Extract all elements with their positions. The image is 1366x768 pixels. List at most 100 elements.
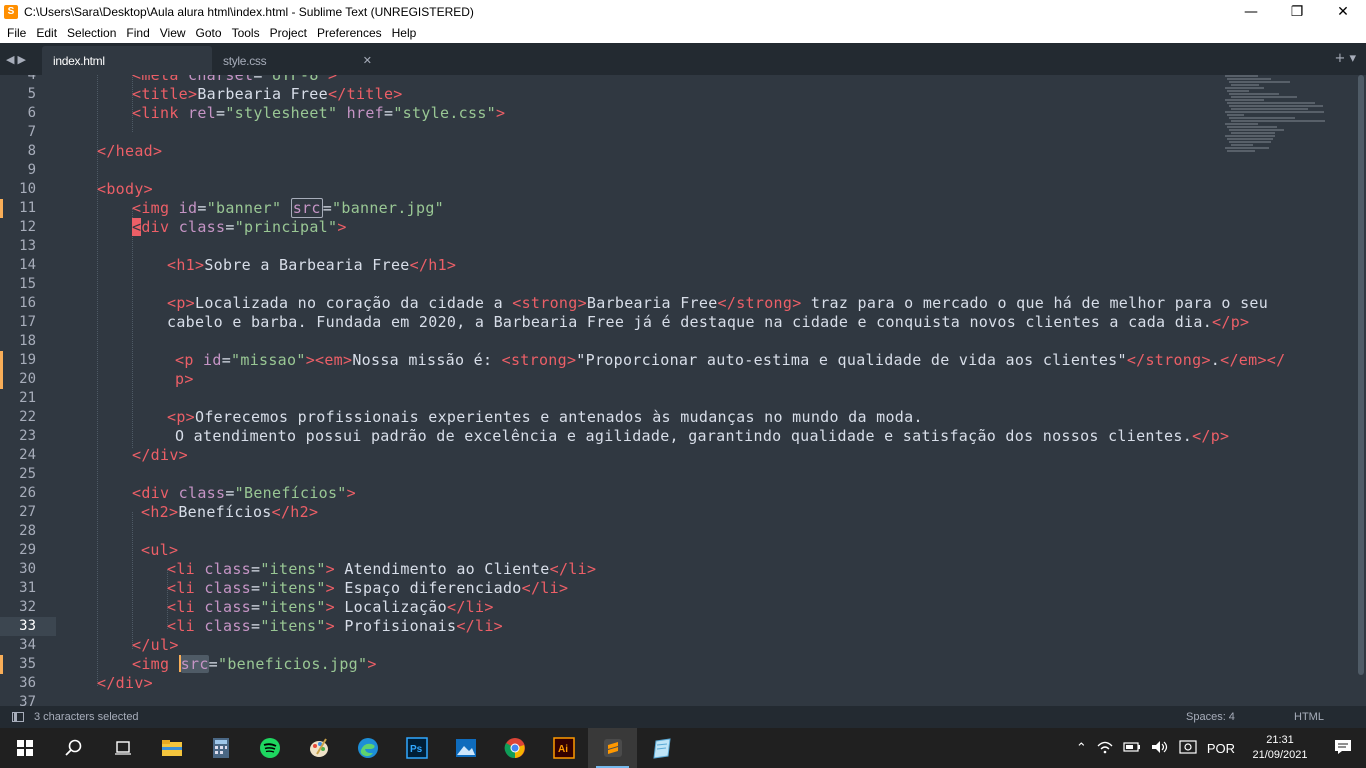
menu-preferences[interactable]: Preferences <box>312 26 387 40</box>
close-tab-icon[interactable]: ✕ <box>363 54 382 67</box>
minimap-line <box>1231 96 1297 98</box>
code-editor[interactable]: 4 5 6 7 8 9 10 11 12 13 14 15 16 17 18 19 20 21 22 23 24 25 26… <box>0 75 1366 706</box>
clock[interactable]: 21:31 21/09/2021 <box>1240 733 1320 763</box>
code-line: </ul> <box>132 636 179 654</box>
minimap-line <box>1225 123 1258 125</box>
menu-find[interactable]: Find <box>121 26 154 40</box>
notepad-icon[interactable] <box>637 728 686 768</box>
wifi-icon[interactable] <box>1092 740 1118 757</box>
minimap-line <box>1231 108 1308 110</box>
minimap-line <box>1227 138 1274 140</box>
battery-icon[interactable] <box>1118 741 1146 756</box>
sublime-text-icon[interactable] <box>588 728 637 768</box>
panel-toggle-icon[interactable] <box>12 712 24 722</box>
line-number: 5 <box>27 86 36 102</box>
indentation-status[interactable]: Spaces: 4 <box>1186 711 1294 723</box>
code-line: <p>Oferecemos profissionais experientes … <box>167 408 923 426</box>
vertical-scrollbar[interactable] <box>1356 75 1366 706</box>
minimap-line <box>1227 102 1315 104</box>
edge-icon[interactable] <box>343 728 392 768</box>
file-explorer-icon[interactable] <box>147 728 196 768</box>
menu-help[interactable]: Help <box>387 26 422 40</box>
line-number: 14 <box>19 257 36 273</box>
notifications-icon[interactable] <box>1320 739 1366 758</box>
menu-selection[interactable]: Selection <box>62 26 121 40</box>
line-number: 21 <box>19 390 36 406</box>
minimap-line <box>1225 147 1269 149</box>
tab-style-css[interactable]: style.css ✕ <box>212 46 382 75</box>
line-number: 24 <box>19 447 36 463</box>
onedrive-sync-icon[interactable] <box>1174 739 1202 757</box>
sublime-app-icon: S <box>4 4 18 19</box>
code-line: <img src="beneficios.jpg"> <box>132 655 377 673</box>
tab-index-html[interactable]: index.html <box>42 46 212 75</box>
search-icon[interactable] <box>49 728 98 768</box>
code-line: <meta charset="UTF-8"> <box>132 75 338 84</box>
restore-button[interactable]: ❐ <box>1274 0 1320 23</box>
minimap-line <box>1229 117 1295 119</box>
line-number: 11 <box>19 200 36 216</box>
selection-status: 3 characters selected <box>34 711 139 723</box>
minimap-line <box>1231 120 1325 122</box>
line-number: 4 <box>27 75 36 83</box>
show-hidden-icons-chevron-icon[interactable]: ⌃ <box>1071 740 1092 756</box>
menu-tools[interactable]: Tools <box>227 26 265 40</box>
illustrator-icon[interactable]: Ai <box>539 728 588 768</box>
status-bar: 3 characters selected Spaces: 4 HTML <box>0 706 1366 728</box>
menu-edit[interactable]: Edit <box>31 26 62 40</box>
line-number: 36 <box>19 675 36 691</box>
clock-time: 21:31 <box>1266 734 1294 746</box>
language-indicator[interactable]: POR <box>1202 741 1240 756</box>
minimap[interactable] <box>1225 75 1335 706</box>
code-line: <div class="principal"> <box>132 218 347 236</box>
line-number: 19 <box>19 352 36 368</box>
task-view-icon[interactable] <box>98 728 147 768</box>
syntax-status[interactable]: HTML <box>1294 711 1366 723</box>
code-line: <li class="itens"> Espaço diferenciado</… <box>167 579 569 597</box>
new-tab-plus-icon[interactable]: + ▾ <box>1334 51 1356 66</box>
modified-line-marker <box>0 655 3 674</box>
minimap-line <box>1229 93 1279 95</box>
scrollbar-thumb[interactable] <box>1358 75 1364 675</box>
line-number: 32 <box>19 599 36 615</box>
line-number: 22 <box>19 409 36 425</box>
menu-project[interactable]: Project <box>265 26 312 40</box>
calculator-icon[interactable] <box>196 728 245 768</box>
photoshop-icon[interactable]: Ps <box>392 728 441 768</box>
indent-guide <box>132 208 133 448</box>
line-number: 26 <box>19 485 36 501</box>
minimap-line <box>1225 75 1258 77</box>
tab-label: index.html <box>53 53 105 68</box>
line-number: 17 <box>19 314 36 330</box>
svg-text:Ps: Ps <box>410 744 423 755</box>
minimap-line <box>1229 141 1271 143</box>
windows-start-icon[interactable] <box>0 728 49 768</box>
spotify-icon[interactable] <box>245 728 294 768</box>
modified-line-marker <box>0 199 3 218</box>
chrome-icon[interactable] <box>490 728 539 768</box>
minimap-line <box>1227 150 1255 152</box>
tab-nav-arrows-icon[interactable]: ◀▶ <box>6 53 29 66</box>
menu-file[interactable]: File <box>2 26 31 40</box>
menu-view[interactable]: View <box>155 26 191 40</box>
minimap-line <box>1229 105 1323 107</box>
system-tray: ⌃ POR 21:31 21/09/2021 <box>1071 728 1366 768</box>
code-line: <link rel="stylesheet" href="style.css"> <box>132 104 506 122</box>
menu-goto[interactable]: Goto <box>191 26 227 40</box>
photos-icon[interactable] <box>441 728 490 768</box>
minimap-line <box>1225 111 1324 113</box>
volume-icon[interactable] <box>1146 740 1174 757</box>
line-number: 9 <box>27 162 36 178</box>
line-number: 35 <box>19 656 36 672</box>
line-number: 27 <box>19 504 36 520</box>
title-bar: S C:\Users\Sara\Desktop\Aula alura html\… <box>0 0 1366 23</box>
svg-text:Ai: Ai <box>558 744 568 755</box>
code-area[interactable]: <meta charset="UTF-8"> <title>Barbearia … <box>62 75 1285 706</box>
line-number: 31 <box>19 580 36 596</box>
close-button[interactable]: ✕ <box>1320 0 1366 23</box>
minimize-button[interactable]: — <box>1228 0 1274 23</box>
code-line: cabelo e barba. Fundada em 2020, a Barbe… <box>167 313 1250 331</box>
minimap-line <box>1231 132 1275 134</box>
paint-icon[interactable] <box>294 728 343 768</box>
tab-label: style.css <box>223 53 267 68</box>
